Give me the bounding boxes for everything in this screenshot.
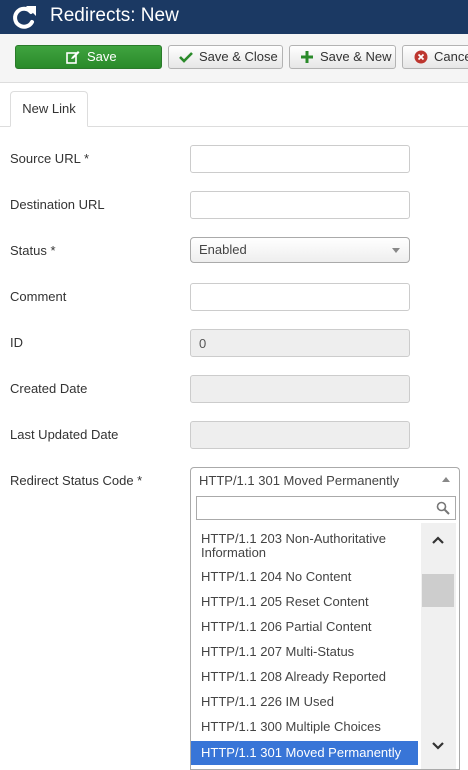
id-label: ID [10,335,23,350]
page-header: Redirects: New [0,0,468,34]
source-url-label: Source URL * [10,151,89,166]
status-select[interactable]: Enabled [190,237,410,263]
save-button-label: Save [87,49,117,64]
status-label: Status * [10,243,56,258]
save-and-new-button[interactable]: Save & New [289,45,396,69]
edit-icon [66,51,80,64]
save-button[interactable]: Save [15,45,162,69]
redo-arrow-icon [13,6,36,29]
caret-up-icon [442,477,450,482]
save-and-new-label: Save & New [320,49,392,64]
redirect-status-code-select[interactable]: HTTP/1.1 301 Moved Permanently [190,467,460,493]
plus-icon [301,51,313,63]
search-icon [436,501,450,515]
dropdown-option[interactable]: HTTP/1.1 300 Multiple Choices [191,717,418,738]
dropdown-option[interactable]: HTTP/1.1 206 Partial Content [191,617,418,638]
toolbar: Save Save & Close Save & New Cancel [0,34,468,83]
check-icon [179,52,193,63]
status-value: Enabled [199,242,247,257]
comment-input[interactable] [190,283,410,311]
chevron-up-icon[interactable] [431,535,445,545]
last-updated-date-label: Last Updated Date [10,427,119,442]
redirect-status-code-value: HTTP/1.1 301 Moved Permanently [199,473,400,488]
destination-url-input[interactable] [190,191,410,219]
dropdown-search-input[interactable] [196,496,456,520]
created-date-field [190,375,410,403]
dropdown-option[interactable]: HTTP/1.1 204 No Content [191,567,418,588]
comment-label: Comment [10,289,67,304]
dropdown-option[interactable]: HTTP/1.1 226 IM Used [191,692,418,713]
chevron-down-icon[interactable] [431,741,445,751]
dropdown-option[interactable]: HTTP/1.1 207 Multi-Status [191,642,418,663]
save-and-close-label: Save & Close [199,49,278,64]
cancel-button-label: Cancel [434,49,468,64]
tab-new-link[interactable]: New Link [10,91,88,127]
cancel-circle-icon [414,50,428,64]
redirect-status-code-dropdown: HTTP/1.1 203 Non-Authoritative Informati… [190,493,460,770]
last-updated-date-field [190,421,410,449]
page-title: Redirects: New [50,5,179,26]
dropdown-option[interactable]: HTTP/1.1 203 Non-Authoritative Informati… [191,530,418,562]
id-field [190,329,410,357]
dropdown-option-selected[interactable]: HTTP/1.1 301 Moved Permanently [191,741,418,765]
cancel-button[interactable]: Cancel [402,45,468,69]
save-and-close-button[interactable]: Save & Close [168,45,283,69]
dropdown-option[interactable]: HTTP/1.1 205 Reset Content [191,592,418,613]
dropdown-scrollbar[interactable] [421,523,456,769]
redirect-status-code-label: Redirect Status Code * [10,473,143,488]
dropdown-option[interactable]: HTTP/1.1 208 Already Reported [191,667,418,688]
created-date-label: Created Date [10,381,88,396]
source-url-input[interactable] [190,145,410,173]
caret-down-icon [392,248,400,253]
scrollbar-thumb[interactable] [422,574,454,607]
destination-url-label: Destination URL [10,197,105,212]
dropdown-options-list: HTTP/1.1 203 Non-Authoritative Informati… [191,523,418,769]
